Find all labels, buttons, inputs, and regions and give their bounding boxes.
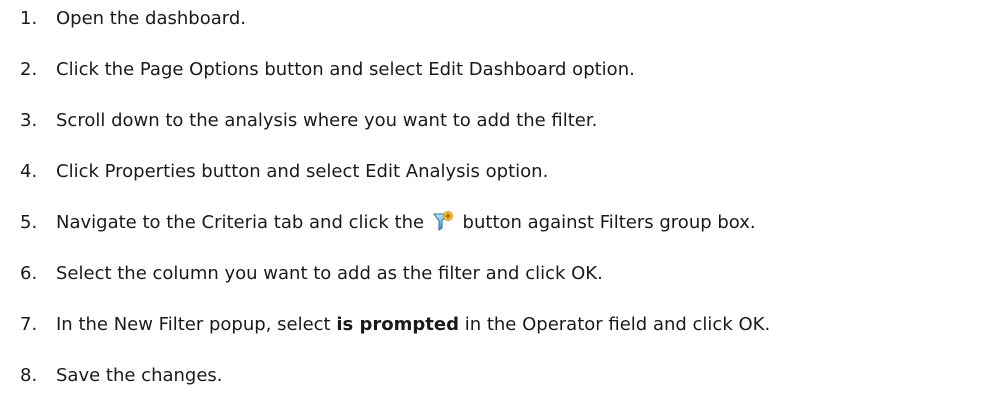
step-number: 7.: [20, 314, 38, 335]
step-number: 4.: [20, 161, 38, 182]
step-text-before: Navigate to the Criteria tab and click t…: [56, 212, 425, 233]
step-text-after: button against Filters group box.: [462, 212, 756, 233]
step-number: 2.: [20, 59, 38, 80]
step-text: Navigate to the Criteria tab and click t…: [56, 208, 756, 238]
step-text: In the New Filter popup, select is promp…: [56, 310, 770, 340]
step-number: 5.: [20, 212, 38, 233]
step-number: 1.: [20, 8, 38, 29]
step-text: Save the changes.: [56, 365, 223, 386]
step-text: Select the column you want to add as the…: [56, 263, 603, 284]
step-text: Click the Page Options button and select…: [56, 59, 635, 80]
step-number: 6.: [20, 263, 38, 284]
step-text-before: In the New Filter popup, select: [56, 314, 331, 335]
operator-value-bold: is prompted: [336, 314, 459, 335]
step-number: 3.: [20, 110, 38, 131]
add-filter-icon: [432, 211, 453, 231]
step-text-after: in the Operator field and click OK.: [464, 314, 771, 335]
step-text: Scroll down to the analysis where you wa…: [56, 110, 598, 131]
step-number: 8.: [20, 365, 38, 386]
step-text: Open the dashboard.: [56, 8, 247, 29]
step-text: Click Properties button and select Edit …: [56, 161, 549, 182]
